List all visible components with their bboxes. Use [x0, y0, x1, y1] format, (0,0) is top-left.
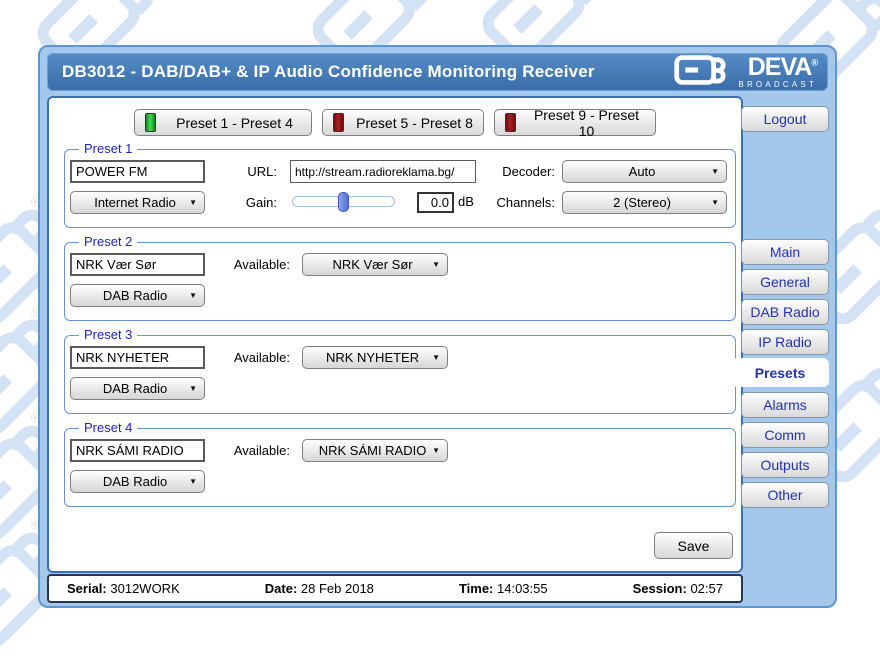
tab-preset-9-10[interactable]: Preset 9 - Preset 10: [494, 109, 656, 136]
chevron-down-icon: ▼: [711, 167, 726, 176]
preset-2-available-select[interactable]: NRK Vær Sør ▼: [302, 253, 448, 276]
sidebar-item-alarms[interactable]: Alarms: [741, 392, 829, 418]
sidebar-item-ip-radio[interactable]: IP Radio: [741, 329, 829, 355]
chevron-down-icon: ▼: [189, 477, 204, 486]
sidebar-item-other[interactable]: Other: [741, 482, 829, 508]
preset-3-group: Preset 3 Available: NRK NYHETER ▼ DAB Ra…: [64, 335, 736, 414]
sidebar-item-outputs[interactable]: Outputs: [741, 452, 829, 478]
chevron-down-icon: ▼: [711, 198, 726, 207]
title-bar: DB3012 - DAB/DAB+ & IP Audio Confidence …: [47, 53, 828, 91]
channels-label: Channels:: [483, 195, 555, 210]
main-content: Preset 1 - Preset 4 Preset 5 - Preset 8 …: [47, 96, 743, 573]
sidebar-item-dab-radio[interactable]: DAB Radio: [741, 299, 829, 325]
preset-5-8-led: [333, 113, 344, 132]
preset-2-source-select[interactable]: DAB Radio ▼: [70, 284, 205, 307]
preset-2-group: Preset 2 Available: NRK Vær Sør ▼ DAB Ra…: [64, 242, 736, 321]
gain-slider[interactable]: [292, 196, 395, 207]
chevron-down-icon: ▼: [189, 291, 204, 300]
available-label: Available:: [215, 257, 290, 272]
preset-1-decoder-select[interactable]: Auto ▼: [562, 160, 727, 183]
gain-slider-thumb[interactable]: [338, 192, 349, 212]
chevron-down-icon: ▼: [432, 446, 447, 455]
preset-1-4-led: [145, 113, 156, 132]
sidebar-item-general[interactable]: General: [741, 269, 829, 295]
page-title: DB3012 - DAB/DAB+ & IP Audio Confidence …: [62, 62, 595, 82]
preset-3-legend: Preset 3: [79, 327, 137, 342]
preset-1-url-input[interactable]: [290, 160, 476, 183]
gain-label: Gain:: [225, 195, 277, 210]
db-logo-icon: [671, 55, 733, 85]
gain-unit-label: dB: [458, 194, 474, 209]
available-label: Available:: [215, 443, 290, 458]
available-label: Available:: [215, 350, 290, 365]
preset-1-group: Preset 1 URL: Decoder: Auto ▼ Internet R…: [64, 149, 736, 228]
preset-1-channels-select[interactable]: 2 (Stereo) ▼: [562, 191, 727, 214]
preset-3-source-select[interactable]: DAB Radio ▼: [70, 377, 205, 400]
gain-value-input[interactable]: [417, 192, 454, 213]
chevron-down-icon: ▼: [432, 260, 447, 269]
preset-4-name-input[interactable]: [70, 439, 205, 462]
chevron-down-icon: ▼: [189, 198, 204, 207]
status-bar: Serial: 3012WORK Date: 28 Feb 2018 Time:…: [47, 574, 743, 603]
save-button[interactable]: Save: [654, 532, 733, 559]
sidebar: Logout Main General DAB Radio IP Radio P…: [741, 47, 829, 606]
sidebar-item-main[interactable]: Main: [741, 239, 829, 265]
sidebar-item-presets-active[interactable]: Presets: [731, 358, 829, 387]
preset-3-name-input[interactable]: [70, 346, 205, 369]
preset-1-legend: Preset 1: [79, 141, 137, 156]
preset-tab-row: Preset 1 - Preset 4 Preset 5 - Preset 8 …: [134, 109, 656, 136]
preset-2-legend: Preset 2: [79, 234, 137, 249]
tab-preset-5-8[interactable]: Preset 5 - Preset 8: [322, 109, 484, 136]
serial-status: Serial: 3012WORK: [67, 581, 180, 596]
chevron-down-icon: ▼: [432, 353, 447, 362]
app-window: DB3012 - DAB/DAB+ & IP Audio Confidence …: [38, 45, 837, 608]
logout-button[interactable]: Logout: [741, 106, 829, 132]
preset-4-group: Preset 4 Available: NRK SÁMI RADIO ▼ DAB…: [64, 428, 736, 507]
preset-2-name-input[interactable]: [70, 253, 205, 276]
sidebar-item-comm[interactable]: Comm: [741, 422, 829, 448]
time-status: Time: 14:03:55: [459, 581, 548, 596]
date-status: Date: 28 Feb 2018: [265, 581, 374, 596]
preset-3-available-select[interactable]: NRK NYHETER ▼: [302, 346, 448, 369]
tab-preset-1-4[interactable]: Preset 1 - Preset 4: [134, 109, 312, 136]
session-status: Session: 02:57: [633, 581, 723, 596]
preset-4-source-select[interactable]: DAB Radio ▼: [70, 470, 205, 493]
chevron-down-icon: ▼: [189, 384, 204, 393]
url-label: URL:: [225, 164, 277, 179]
preset-1-source-select[interactable]: Internet Radio ▼: [70, 191, 205, 214]
preset-9-10-led: [505, 113, 516, 132]
preset-1-name-input[interactable]: [70, 160, 205, 183]
preset-4-legend: Preset 4: [79, 420, 137, 435]
decoder-label: Decoder:: [483, 164, 555, 179]
preset-4-available-select[interactable]: NRK SÁMI RADIO ▼: [302, 439, 448, 462]
